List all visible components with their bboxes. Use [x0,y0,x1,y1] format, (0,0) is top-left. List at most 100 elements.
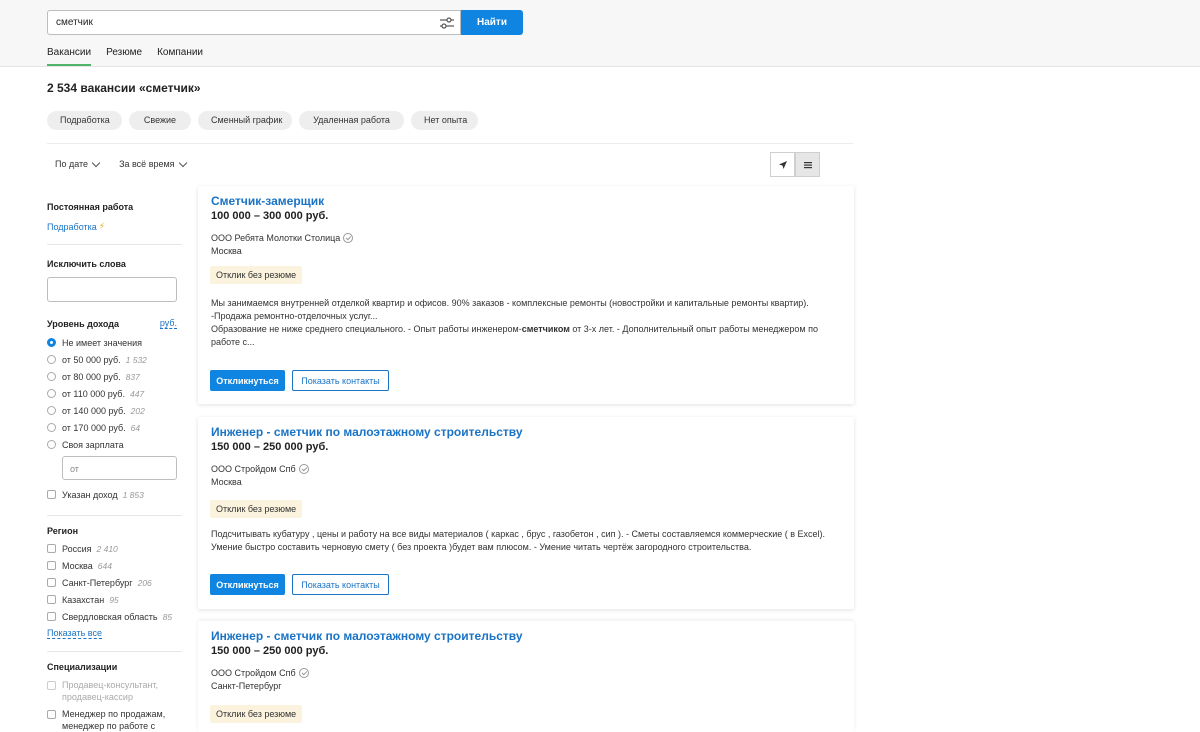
checkbox[interactable] [47,612,56,621]
region-label: Казахстан [62,594,105,605]
checkbox[interactable] [47,578,56,587]
search-input[interactable] [56,17,426,28]
map-view-button[interactable] [770,152,795,177]
sort-period[interactable]: За всё время [119,158,187,169]
vacancy-salary: 100 000 – 300 000 руб. [211,210,329,222]
vacancy-salary: 150 000 – 250 000 руб. [211,645,329,657]
region-label: Россия [62,543,92,554]
list-view-button[interactable] [795,152,820,177]
vacancy-card: Сметчик-замерщик 100 000 – 300 000 руб. … [198,186,854,404]
income-option-label: от 110 000 руб. [62,388,125,399]
checkbox[interactable] [47,710,56,719]
income-option[interactable]: от 110 000 руб. 447 [47,385,182,402]
region-title: Регион [47,526,78,536]
search-button[interactable]: Найти [461,10,523,35]
exclude-words-input[interactable] [47,277,177,302]
spec-option[interactable]: Продавец-консультант, продавец-кассир [47,679,182,703]
chip-fresh[interactable]: Свежие [129,111,191,130]
respond-button[interactable]: Откликнуться [210,574,285,595]
list-icon [803,162,812,169]
region-group: Регион Россия 2 410 Москва 644 Санкт-Петер… [47,516,182,652]
chip-no-experience[interactable]: Нет опыта [411,111,478,130]
specializations-group: Специализации Продавец-консультант, прода… [47,652,182,732]
filter-sliders-icon[interactable] [438,14,456,32]
radio[interactable] [47,389,56,398]
radio[interactable] [47,440,56,449]
radio[interactable] [47,406,56,415]
checkbox[interactable] [47,595,56,604]
spec-label: менеджер по работе с [62,721,156,731]
tab-companies[interactable]: Компании [157,47,203,66]
spec-label: Продавец-консультант, [62,680,159,690]
description-line: Мы занимаемся внутренней отделкой кварти… [211,298,809,308]
currency-select[interactable]: руб. [159,318,177,329]
income-option-label: Своя зарплата [62,439,124,450]
region-count: 644 [97,560,112,571]
income-option[interactable]: Не имеет значения [47,334,182,351]
vacancy-company: ООО Ребята Молотки Столица [211,233,354,243]
region-option[interactable]: Свердловская область 85 [47,608,182,625]
company-name[interactable]: ООО Стройдом Спб [211,464,296,474]
chip-shift-schedule[interactable]: Сменный график [198,111,292,130]
respond-button[interactable]: Откликнуться [210,370,285,391]
radio[interactable] [47,423,56,432]
income-option-label: от 140 000 руб. [62,405,126,416]
vacancy-title-link[interactable]: Инженер - сметчик по малоэтажному строит… [211,425,523,439]
description-line: -Продажа ремонтно-отделочных услуг... [211,311,378,321]
checkbox[interactable] [47,490,56,499]
vacancy-city: Москва [211,246,242,256]
exclude-words-group: Исключить слова [47,245,182,311]
search-box [47,10,461,35]
spec-label: Менеджер по продажам, [62,709,166,719]
checkbox[interactable] [47,561,56,570]
radio[interactable] [47,355,56,364]
income-shown-count: 1 853 [122,489,144,500]
income-option-count: 64 [130,422,141,433]
company-name[interactable]: ООО Ребята Молотки Столица [211,233,340,243]
company-name[interactable]: ООО Стройдом Спб [211,668,296,678]
part-time-link[interactable]: Подработка [47,222,97,232]
income-option-count: 1 532 [125,354,147,365]
region-option[interactable]: Москва 644 [47,557,182,574]
vacancy-title-link[interactable]: Сметчик-замерщик [211,194,324,208]
spec-option[interactable]: Менеджер по продажам, менеджер по работе … [47,708,182,732]
tab-resumes[interactable]: Резюме [106,47,142,66]
chip-remote[interactable]: Удаленная работа [299,111,404,130]
chevron-down-icon [178,158,187,167]
vacancy-city: Санкт-Петербург [211,681,282,691]
radio[interactable] [47,372,56,381]
income-group: Уровень дохода руб. Не имеет значения от… [47,311,182,516]
description-text: от 3-х лет. - Дополнительный опыт работы… [569,324,819,334]
own-salary-input[interactable]: от [62,456,177,480]
region-option[interactable]: Санкт-Петербург 206 [47,574,182,591]
checkbox[interactable] [47,544,56,553]
permanent-work-title: Постоянная работа [47,202,134,212]
vacancy-description: Мы занимаемся внутренней отделкой кварти… [211,297,841,349]
region-option[interactable]: Россия 2 410 [47,540,182,557]
vacancy-salary: 150 000 – 250 000 руб. [211,441,329,453]
show-contacts-button[interactable]: Показать контакты [292,370,389,391]
sort-by-date[interactable]: По дате [55,158,101,169]
checkbox-disabled [47,681,56,690]
income-shown-option[interactable]: Указан доход 1 853 [47,486,182,503]
vacancy-title-link[interactable]: Инженер - сметчик по малоэтажному строит… [211,629,523,643]
filters-sidebar: Постоянная работа Подработка ⚡ Исключить… [47,190,182,732]
description-line: Образование не ниже среднего специальног… [211,323,841,336]
chip-part-time[interactable]: Подработка [47,111,122,130]
region-option[interactable]: Казахстан 95 [47,591,182,608]
income-option-count: 202 [130,405,145,416]
radio-selected[interactable] [47,338,56,347]
tab-vacancies[interactable]: Вакансии [47,47,92,66]
show-contacts-button[interactable]: Показать контакты [292,574,389,595]
description-line: работе с... [211,337,255,347]
income-option[interactable]: Своя зарплата [47,436,182,453]
income-option[interactable]: от 170 000 руб. 64 [47,419,182,436]
no-resume-badge: Отклик без резюме [210,500,303,518]
income-option[interactable]: от 140 000 руб. 202 [47,402,182,419]
income-option[interactable]: от 50 000 руб. 1 532 [47,351,182,368]
show-all-regions-link[interactable]: Показать все [47,628,102,639]
income-option[interactable]: от 80 000 руб. 837 [47,368,182,385]
navigation-arrow-icon [778,161,787,169]
sort-period-label: За всё время [119,159,175,169]
income-shown-label: Указан доход [62,489,118,500]
